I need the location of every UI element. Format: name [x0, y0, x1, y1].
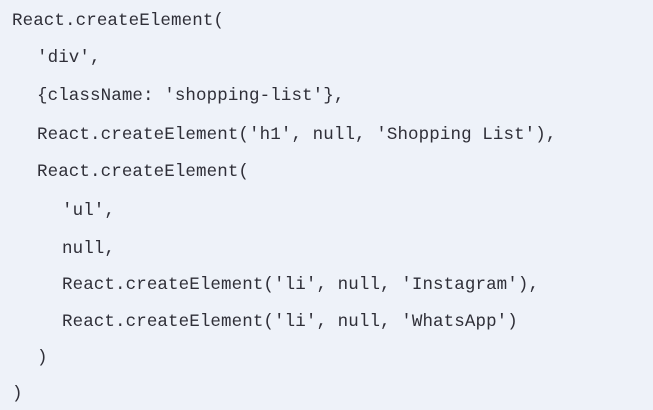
code-line: ) — [12, 384, 23, 404]
code-line: React.createElement( — [37, 162, 250, 182]
code-line: React.createElement( — [12, 11, 225, 31]
code-line: 'div', — [37, 48, 101, 68]
code-snippet: React.createElement( 'div', {className: … — [0, 0, 653, 410]
code-line: React.createElement('li', null, 'WhatsAp… — [62, 312, 518, 332]
code-line: null, — [62, 239, 116, 259]
code-line: 'ul', — [62, 201, 116, 221]
code-line: React.createElement('h1', null, 'Shoppin… — [37, 125, 557, 145]
code-line: ) — [37, 348, 48, 368]
code-line: React.createElement('li', null, 'Instagr… — [62, 275, 540, 295]
code-line: {className: 'shopping-list'}, — [37, 86, 345, 106]
